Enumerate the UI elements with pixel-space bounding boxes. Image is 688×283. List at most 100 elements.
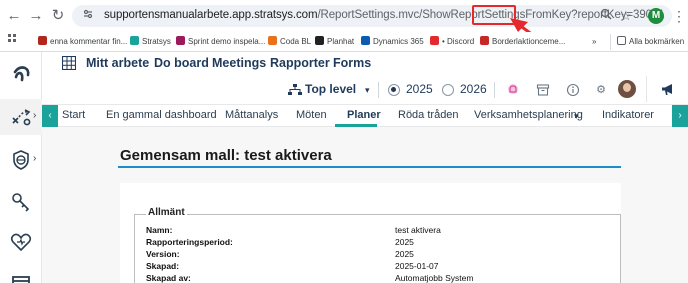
bookmark-favicon [315, 36, 324, 45]
bookmark-item[interactable]: • Discord [430, 34, 474, 50]
announcement-button[interactable] [646, 76, 688, 102]
general-fieldset [134, 214, 621, 283]
report-content: Gemensam mall: test aktivera Allmänt Nam… [42, 127, 688, 283]
reload-icon[interactable]: ↻ [48, 6, 68, 26]
bookmark-item[interactable]: Planhat [315, 34, 354, 50]
bookmark-favicon [430, 36, 439, 45]
sidebar-expand-icon[interactable]: › [33, 110, 36, 121]
tab-bar: ‹ Start En gammal dashboard Måttanalys M… [42, 104, 688, 127]
chevron-down-icon[interactable]: ▾ [574, 111, 579, 122]
bookmark-favicon [480, 36, 489, 45]
all-bookmarks[interactable]: Alla bokmärken [610, 34, 684, 50]
menu-meetings[interactable]: Meetings [212, 56, 266, 70]
bookmark-item[interactable]: Coda BL [268, 34, 311, 50]
menu-rapporter[interactable]: Rapporter [270, 56, 330, 70]
forward-icon[interactable]: → [26, 6, 46, 26]
chevron-down-icon[interactable]: ▾ [365, 85, 370, 96]
sidebar-expand-icon[interactable]: › [33, 153, 36, 164]
divider [494, 82, 495, 98]
hierarchy-icon [288, 84, 302, 95]
tab-mattanalys[interactable]: Måttanalys [225, 109, 278, 121]
bookmark-label: Dynamics 365 [373, 37, 424, 46]
more-bookmarks-icon[interactable]: » [592, 34, 596, 50]
bookmark-label: Stratsys [142, 37, 171, 46]
bookmark-favicon [130, 36, 139, 45]
gear-icon[interactable]: ⚙ [594, 83, 608, 97]
divider [378, 82, 379, 98]
back-icon[interactable]: ← [4, 6, 24, 26]
level-selector[interactable]: Top level [305, 82, 356, 96]
field-value: Automatjobb System [395, 273, 474, 283]
strategy-icon[interactable] [9, 105, 33, 129]
field-label: Version: [146, 249, 180, 259]
bookmark-star-icon[interactable]: ☆ [618, 8, 634, 24]
heart-icon[interactable] [9, 230, 33, 254]
all-bookmarks-label: Alla bokmärken [629, 37, 685, 46]
bookmark-label: • Discord [442, 37, 475, 46]
bookmark-label: Sprint demo inspela... [188, 37, 266, 46]
year-radio-other[interactable] [442, 84, 454, 96]
tab-planer[interactable]: Planer [347, 109, 381, 121]
tab-scroll-right-icon[interactable]: › [672, 105, 688, 127]
tab-indikatorer[interactable]: Indikatorer [602, 109, 654, 121]
folder-icon [617, 36, 626, 45]
year-selected-label[interactable]: 2025 [406, 82, 433, 96]
grid-menu-icon[interactable] [62, 56, 76, 70]
apps-icon[interactable] [8, 34, 18, 50]
archive-icon[interactable] [536, 83, 550, 97]
user-avatar[interactable] [618, 80, 636, 98]
app: › › Mitt arbete Do board Meetings Rappor… [0, 52, 688, 283]
bookmark-label: Borderlaktionceme... [492, 37, 566, 46]
bookmark-label: enna kommentar fin... [50, 37, 128, 46]
notification-bell-icon[interactable] [506, 83, 520, 97]
sidebar: › › [0, 52, 42, 283]
globe-shield-icon[interactable] [9, 148, 33, 172]
profile-avatar[interactable]: M [648, 8, 664, 24]
field-label: Rapporteringsperiod: [146, 237, 233, 247]
field-value: test aktivera [395, 225, 441, 235]
field-value: 2025-01-07 [395, 261, 439, 271]
year-other-label[interactable]: 2026 [460, 82, 487, 96]
bookmark-item[interactable]: enna kommentar fin... [38, 34, 127, 50]
field-value: 2025 [395, 237, 414, 247]
title-rule [118, 166, 621, 168]
bookmark-favicon [268, 36, 277, 45]
bookmark-favicon [176, 36, 185, 45]
info-icon[interactable] [566, 83, 580, 97]
bookmark-item[interactable]: Sprint demo inspela... [176, 34, 265, 50]
field-label: Skapad: [146, 261, 180, 271]
field-value: 2025 [395, 249, 414, 259]
tab-scroll-left-icon[interactable]: ‹ [42, 105, 58, 127]
field-label: Namn: [146, 225, 173, 235]
menu-mitt-arbete[interactable]: Mitt arbete [86, 56, 149, 70]
zoom-icon[interactable] [598, 8, 614, 24]
year-radio-selected[interactable] [388, 84, 400, 96]
bookmark-item[interactable]: Stratsys [130, 34, 171, 50]
section-legend: Allmänt [146, 207, 187, 218]
control-row: Top level ▾ 2025 2026 ⚙ [42, 76, 688, 104]
tab-moten[interactable]: Möten [296, 109, 327, 121]
top-menu: Mitt arbete Do board Meetings Rapporter … [42, 52, 688, 76]
tab-gammal-dashboard[interactable]: En gammal dashboard [106, 109, 217, 121]
bookmark-favicon [361, 36, 370, 45]
page-title: Gemensam mall: test aktivera [120, 147, 332, 164]
bookmark-item[interactable]: Borderlaktionceme... [480, 34, 565, 50]
bookmarks-bar: enna kommentar fin... Stratsys Sprint de… [0, 32, 688, 52]
bookmark-item[interactable]: Dynamics 365 [361, 34, 424, 50]
field-label: Skapad av: [146, 273, 191, 283]
stratsys-logo-icon[interactable] [9, 62, 33, 86]
bookmark-label: Planhat [327, 37, 355, 46]
menu-do-board[interactable]: Do board [154, 56, 209, 70]
menu-forms[interactable]: Forms [333, 56, 371, 70]
tab-start[interactable]: Start [62, 109, 85, 121]
megaphone-icon [662, 84, 672, 95]
tab-roda-traden[interactable]: Röda tråden [398, 109, 459, 121]
calendar-icon[interactable] [9, 272, 33, 283]
tab-verksamhetsplanering[interactable]: Verksamhetsplanering [474, 109, 583, 121]
key-icon[interactable] [9, 190, 33, 214]
bookmark-favicon [38, 36, 47, 45]
browser-menu-icon[interactable]: ⋮ [672, 6, 686, 26]
site-settings-icon[interactable] [80, 8, 96, 24]
bookmark-label: Coda BL [280, 37, 312, 46]
url-domain: supportensmanualarbete.app.stratsys.com [104, 9, 318, 21]
